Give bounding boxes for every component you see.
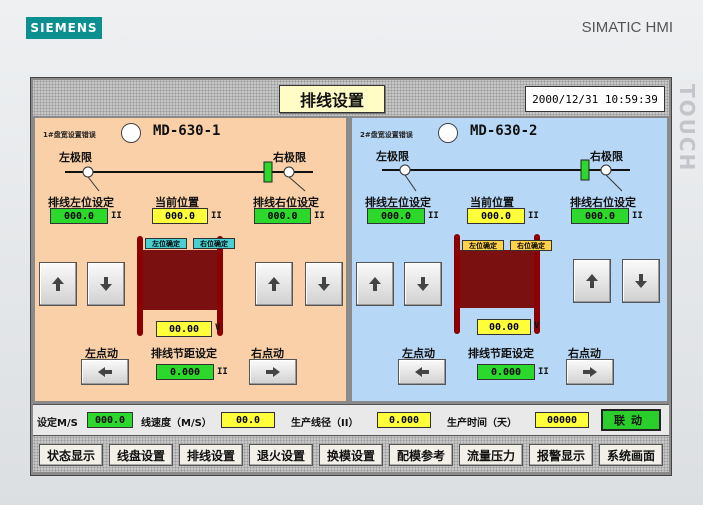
nav-die-reference[interactable]: 配模参考 <box>389 444 453 466</box>
down-button[interactable] <box>305 262 343 306</box>
spool-value: 00.00 <box>156 321 212 337</box>
left-setting-value[interactable]: 000.0 <box>50 208 108 224</box>
down-button[interactable] <box>87 262 125 306</box>
current-pos-value: 000.0 <box>152 208 208 224</box>
nav-status[interactable]: 状态显示 <box>39 444 103 466</box>
jog-left-button[interactable] <box>81 359 129 385</box>
arrow-up-icon <box>52 277 64 291</box>
arrow-right-icon <box>583 367 597 377</box>
confirm-right-button[interactable]: 右位确定 <box>510 240 552 251</box>
spool-value: 00.00 <box>477 319 531 335</box>
pitch-value[interactable]: 0.000 <box>156 364 214 380</box>
pitch-label: 排线节距设定 <box>468 347 534 360</box>
limit-diagram <box>65 161 313 192</box>
nav-system[interactable]: 系统画面 <box>599 444 663 466</box>
jog-right-button[interactable] <box>566 359 614 385</box>
pitch-unit: II <box>538 367 549 377</box>
header-bar: 排线设置 2000/12/31 10:59:39 <box>33 80 669 116</box>
current-pos-unit: II <box>528 211 539 221</box>
up-button[interactable] <box>255 262 293 306</box>
machine-panel-1: 1#盘宽设置错误 MD-630-1 左极限 右极限 排线左位设定 000.0 I… <box>35 118 346 401</box>
machine-name: MD-630-1 <box>153 123 221 139</box>
spool-right-flange <box>217 236 223 336</box>
touch-label: TOUCH <box>672 80 702 176</box>
jog-left-button[interactable] <box>398 359 446 385</box>
arrow-down-icon <box>318 277 330 291</box>
arrow-down-icon <box>100 277 112 291</box>
nav-coil[interactable]: 线盘设置 <box>109 444 173 466</box>
production-time-label: 生产时间（天） <box>447 418 517 429</box>
spool-unit: V <box>215 323 221 333</box>
confirm-left-button[interactable]: 左位确定 <box>462 240 504 251</box>
status-bar: 设定M/S 000.0 线速度（M/S） 00.0 生产线径（II） 0.000… <box>33 404 669 436</box>
right-setting-unit: II <box>632 211 643 221</box>
jog-right-button[interactable] <box>249 359 297 385</box>
arrow-up-icon <box>586 274 598 288</box>
down-button[interactable] <box>404 262 442 306</box>
spool-body <box>143 250 217 310</box>
current-pos-unit: II <box>211 211 222 221</box>
pitch-label: 排线节距设定 <box>151 347 217 360</box>
current-pos-value: 000.0 <box>467 208 525 224</box>
spool-body <box>460 250 534 308</box>
left-setting-value[interactable]: 000.0 <box>367 208 425 224</box>
line-speed-value: 00.0 <box>221 412 275 428</box>
confirm-right-button[interactable]: 右位确定 <box>193 238 235 249</box>
left-setting-unit: II <box>111 211 122 221</box>
limit-diagram <box>382 159 630 192</box>
nav-bar: 状态显示 线盘设置 排线设置 退火设置 换模设置 配模参考 流量压力 报警显示 … <box>33 436 669 472</box>
production-time-value: 00000 <box>535 412 589 428</box>
pitch-unit: II <box>217 367 228 377</box>
arrow-down-icon <box>635 274 647 288</box>
nav-anneal[interactable]: 退火设置 <box>249 444 313 466</box>
nav-traverse[interactable]: 排线设置 <box>179 444 243 466</box>
spool-unit: V <box>534 321 540 331</box>
right-setting-unit: II <box>314 211 325 221</box>
nav-flow-pressure[interactable]: 流量压力 <box>459 444 523 466</box>
datetime-display: 2000/12/31 10:59:39 <box>525 86 665 112</box>
arrow-left-icon <box>98 367 112 377</box>
right-setting-value[interactable]: 000.0 <box>254 208 311 224</box>
hmi-screen: 排线设置 2000/12/31 10:59:39 1#盘宽设置错误 MD-630… <box>30 77 672 476</box>
selector-button[interactable] <box>121 123 141 143</box>
right-setting-value[interactable]: 000.0 <box>571 208 629 224</box>
selector-label: 1#盘宽设置错误 <box>43 131 96 139</box>
diameter-label: 生产线径（II） <box>291 418 359 429</box>
nav-die-change[interactable]: 换模设置 <box>319 444 383 466</box>
arrow-down-icon <box>417 277 429 291</box>
nav-alarm[interactable]: 报警显示 <box>529 444 593 466</box>
down-button[interactable] <box>622 259 660 303</box>
brand-logo: SIEMENS <box>26 17 102 39</box>
up-button[interactable] <box>39 262 77 306</box>
selector-label: 2#盘宽设置错误 <box>360 131 413 139</box>
arrow-left-icon <box>415 367 429 377</box>
set-speed-value[interactable]: 000.0 <box>87 412 133 428</box>
confirm-left-button[interactable]: 左位确定 <box>145 238 187 249</box>
arrow-up-icon <box>369 277 381 291</box>
set-speed-label: 设定M/S <box>37 418 78 429</box>
arrow-right-icon <box>266 367 280 377</box>
diameter-value: 0.000 <box>377 412 431 428</box>
machine-name: MD-630-2 <box>470 123 538 139</box>
left-setting-unit: II <box>428 211 439 221</box>
model-label: SIMATIC HMI <box>581 19 673 36</box>
page-title: 排线设置 <box>279 85 385 113</box>
link-run-button[interactable]: 联动 <box>601 409 661 431</box>
arrow-up-icon <box>268 277 280 291</box>
pitch-value[interactable]: 0.000 <box>477 364 535 380</box>
hmi-bezel: SIEMENS SIMATIC HMI TOUCH 排线设置 2000/12/3… <box>0 0 703 505</box>
machine-panel-2: 2#盘宽设置错误 MD-630-2 左极限 右极限 排线左位设定 000.0 I… <box>352 118 667 401</box>
up-button[interactable] <box>573 259 611 303</box>
line-speed-label: 线速度（M/S） <box>141 418 212 429</box>
up-button[interactable] <box>356 262 394 306</box>
selector-button[interactable] <box>438 123 458 143</box>
